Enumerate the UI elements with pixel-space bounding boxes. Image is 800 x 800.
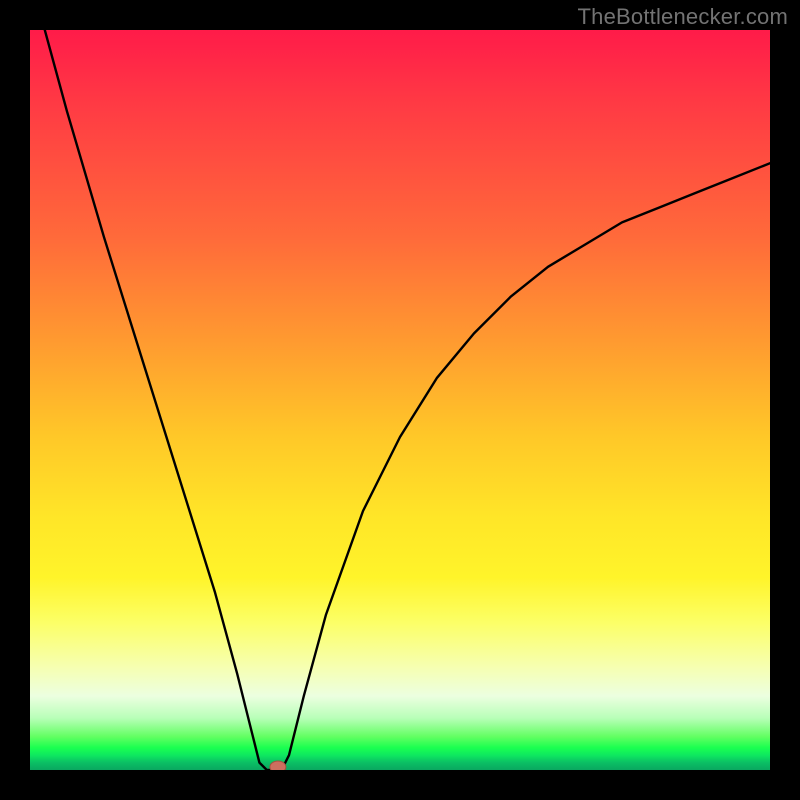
- plot-area: [30, 30, 770, 770]
- bottleneck-curve-svg: [30, 30, 770, 770]
- bottleneck-curve-path: [45, 30, 770, 770]
- watermark-text: TheBottlenecker.com: [578, 4, 788, 30]
- optimal-point-marker: [270, 761, 286, 770]
- chart-frame: TheBottlenecker.com: [0, 0, 800, 800]
